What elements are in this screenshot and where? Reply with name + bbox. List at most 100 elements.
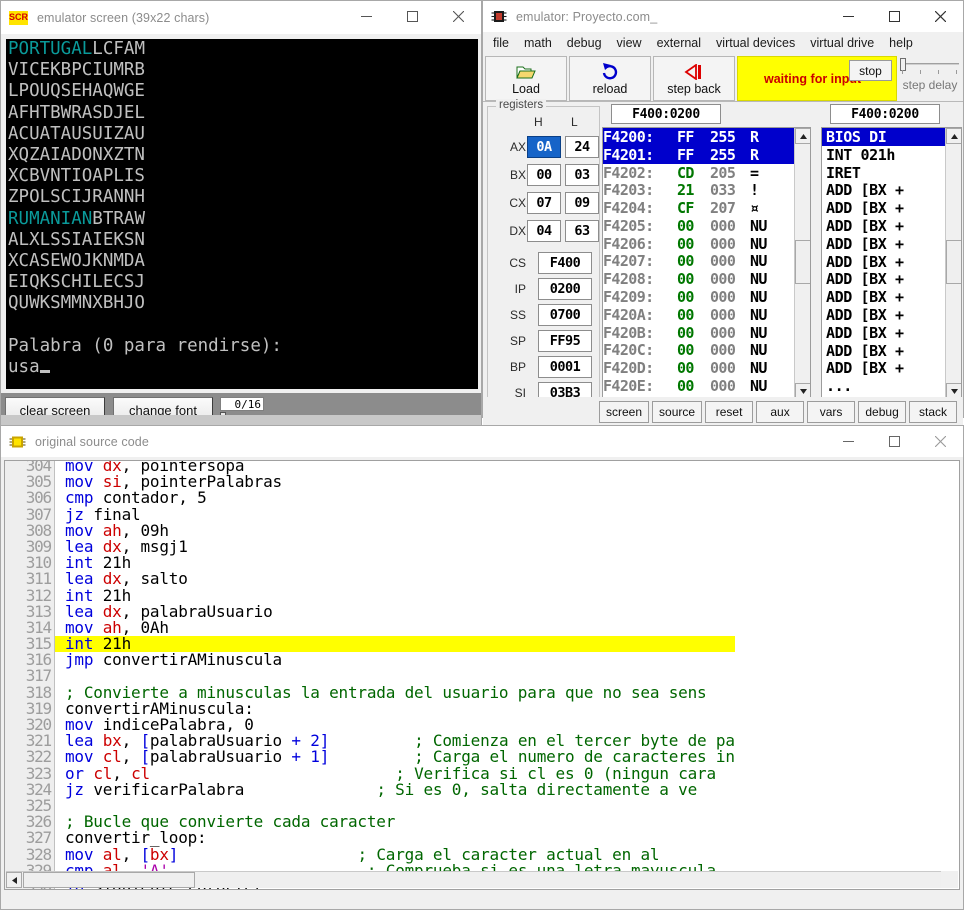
disassembly-row[interactable]: ADD [BX + xyxy=(822,324,945,342)
register-field-dxh[interactable]: 04 xyxy=(527,220,561,242)
register-field-axl[interactable]: 24 xyxy=(565,136,599,158)
screen-button[interactable]: screen xyxy=(599,401,650,423)
disassembly-row[interactable]: ... xyxy=(822,377,945,395)
memory-row[interactable]: F420B: 00 000 NU xyxy=(603,324,794,342)
disassembly-row[interactable]: ADD [BX + xyxy=(822,359,945,377)
step-back-button[interactable]: step back xyxy=(653,56,735,101)
disassembly-scroll-thumb[interactable] xyxy=(946,240,961,284)
slider-knob[interactable] xyxy=(900,58,906,71)
disassembly-row[interactable]: ADD [BX + xyxy=(822,270,945,288)
disassembly-row[interactable]: ADD [BX + xyxy=(822,181,945,199)
memory-scrollbar[interactable] xyxy=(794,128,810,399)
memory-scroll-thumb[interactable] xyxy=(795,240,810,284)
disassembly-row[interactable]: INT 021h xyxy=(822,146,945,164)
stack-button[interactable]: stack xyxy=(909,401,958,423)
register-field-bxl[interactable]: 03 xyxy=(565,164,599,186)
register-field-dxl[interactable]: 63 xyxy=(565,220,599,242)
memory-row[interactable]: F4207: 00 000 NU xyxy=(603,252,794,271)
scroll-up-icon[interactable] xyxy=(946,128,961,144)
close-icon[interactable] xyxy=(917,1,963,32)
code-line[interactable]: 324 jz verificarPalabra ; Si es 0, salta … xyxy=(5,781,735,798)
menu-item-file[interactable]: file xyxy=(493,36,509,50)
memory-address: F420E: xyxy=(603,377,654,396)
source-code-editor[interactable]: 304 mov dx, pointersopa 305 mov si, pointer… xyxy=(4,460,960,890)
disassembly-row[interactable]: BIOS DI xyxy=(822,128,945,146)
stop-button[interactable]: stop xyxy=(849,60,892,81)
memory-row[interactable]: F4202: CD 205 = xyxy=(603,164,794,182)
disassembly-row[interactable]: ADD [BX + xyxy=(822,199,945,217)
register-field-cs[interactable]: F400 xyxy=(538,252,592,274)
minimize-icon[interactable] xyxy=(825,1,871,32)
menu-item-virtual-devices[interactable]: virtual devices xyxy=(716,36,795,50)
menu-item-math[interactable]: math xyxy=(524,36,552,50)
maximize-icon[interactable] xyxy=(871,426,917,457)
debug-button[interactable]: debug xyxy=(858,401,907,423)
register-field-ss[interactable]: 0700 xyxy=(538,304,592,326)
scroll-up-icon[interactable] xyxy=(795,128,810,144)
register-field-bp[interactable]: 0001 xyxy=(538,356,592,378)
disassembly-row[interactable]: ADD [BX + xyxy=(822,288,945,306)
disassembly-row[interactable]: ADD [BX + xyxy=(822,217,945,235)
disassembly-row[interactable]: IRET xyxy=(822,164,945,182)
minimize-icon[interactable] xyxy=(825,426,871,457)
register-field-bxh[interactable]: 00 xyxy=(527,164,561,186)
load-button[interactable]: Load xyxy=(485,56,567,101)
memory-hex: 21 xyxy=(677,181,694,200)
source-horizontal-scrollbar[interactable] xyxy=(6,871,946,888)
memory-row[interactable]: F4203: 21 033! xyxy=(603,181,794,199)
disassembly-row[interactable]: ADD [BX + xyxy=(822,342,945,360)
register-field-cxl[interactable]: 09 xyxy=(565,192,599,214)
menu-item-virtual-drive[interactable]: virtual drive xyxy=(810,36,874,50)
reload-button[interactable]: reload xyxy=(569,56,651,101)
menu-item-help[interactable]: help xyxy=(889,36,913,50)
memory-hex: 00 xyxy=(677,252,694,271)
memory-address-field[interactable]: F400:0200 xyxy=(611,104,721,124)
memory-row[interactable]: F4205: 00 000 NU xyxy=(603,217,794,235)
memory-hex: FF xyxy=(677,145,694,164)
menu-item-debug[interactable]: debug xyxy=(567,36,602,50)
desktop: SCR emulator screen (39x22 chars) PORTUG… xyxy=(0,0,964,910)
scr-icon: SCR xyxy=(9,10,28,25)
memory-row[interactable]: F420E: 00 000 NU xyxy=(603,377,794,395)
menu-item-view[interactable]: view xyxy=(617,36,642,50)
maximize-icon[interactable] xyxy=(389,1,435,32)
vars-button[interactable]: vars xyxy=(807,401,856,423)
disassembly-row[interactable]: ADD [BX + xyxy=(822,235,945,253)
register-field-cxh[interactable]: 07 xyxy=(527,192,561,214)
scroll-left-icon[interactable] xyxy=(6,872,22,888)
reset-button[interactable]: reset xyxy=(705,401,754,423)
menu-item-external[interactable]: external xyxy=(657,36,701,50)
memory-row[interactable]: F4209: 00 000 NU xyxy=(603,288,794,306)
register-field-sp[interactable]: FF95 xyxy=(538,330,592,352)
register-field-ip[interactable]: 0200 xyxy=(538,278,592,300)
memory-row[interactable]: F4208: 00 000 NU xyxy=(603,270,794,288)
memory-row[interactable]: F4206: 00 000 NU xyxy=(603,235,794,253)
disassembly-row[interactable]: ADD [BX + xyxy=(822,253,945,271)
source-scroll-thumb[interactable] xyxy=(23,872,195,888)
register-field-axh[interactable]: 0A xyxy=(527,136,561,158)
memory-row[interactable]: F4200: FF 255 R xyxy=(603,128,794,146)
memory-row[interactable]: F420C: 00 000 NU xyxy=(603,341,794,359)
disassembly-row[interactable]: ADD [BX + xyxy=(822,306,945,324)
memory-row[interactable]: F420D: 00 000 NU xyxy=(603,359,794,377)
emulator-screen-titlebar[interactable]: SCR emulator screen (39x22 chars) xyxy=(1,1,481,34)
source-button[interactable]: source xyxy=(652,401,703,423)
emulator-titlebar[interactable]: emulator: Proyecto.com_ xyxy=(483,1,963,32)
maximize-icon[interactable] xyxy=(871,1,917,32)
disassembly-list[interactable]: BIOS DI INT 021h IRET ADD [BX + ADD [BX + ADD… xyxy=(821,127,962,400)
aux-button[interactable]: aux xyxy=(756,401,805,423)
step-delay-slider[interactable] xyxy=(899,58,961,78)
memory-row[interactable]: F420A: 00 000 NU xyxy=(603,306,794,324)
step-delay-control[interactable]: step delay xyxy=(897,56,963,101)
disassembly-scrollbar[interactable] xyxy=(945,128,961,399)
source-titlebar[interactable]: original source code xyxy=(1,426,963,457)
close-icon[interactable] xyxy=(435,1,481,32)
close-icon[interactable] xyxy=(917,426,963,457)
disassembly-address-field[interactable]: F400:0200 xyxy=(830,104,940,124)
emulator-screen-display[interactable]: PORTUGALLCFAM VICEKBPCIUMRB LPOUQSEHAQWGE A… xyxy=(6,39,478,389)
memory-row[interactable]: F4201: FF 255 R xyxy=(603,146,794,164)
memory-row[interactable]: F4204: CF 207 ¤ xyxy=(603,199,794,217)
minimize-icon[interactable] xyxy=(343,1,389,32)
memory-list[interactable]: F4200: FF 255 R F4201: FF 255 R F4202: CD 205 = F420… xyxy=(602,127,811,400)
code-line[interactable]: 316 jmp convertirAMinuscula xyxy=(5,652,735,668)
